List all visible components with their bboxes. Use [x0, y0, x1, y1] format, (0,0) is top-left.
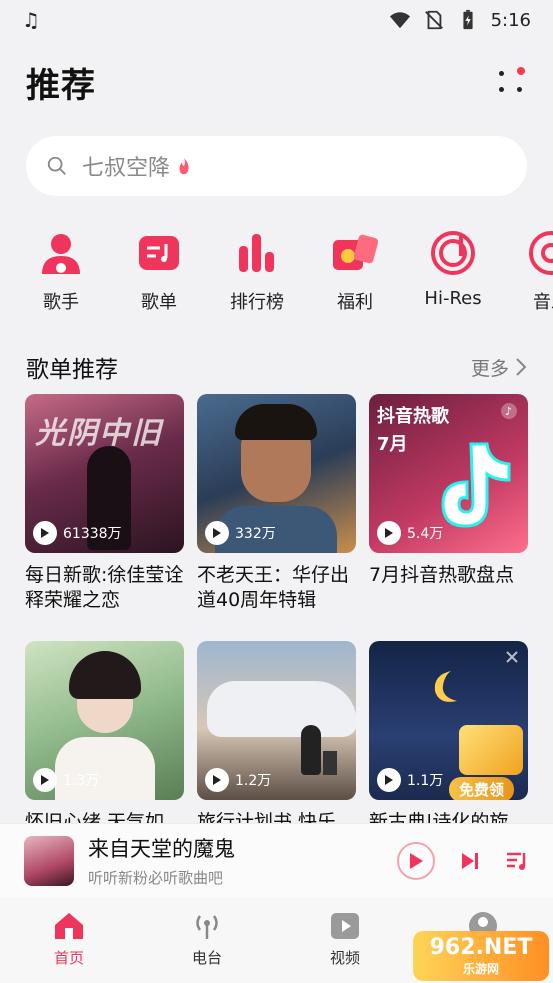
cover-figure [301, 725, 321, 775]
tab-radio[interactable]: 电台 [138, 897, 276, 983]
category-playlist[interactable]: 歌单 [119, 224, 199, 314]
play-icon [205, 768, 229, 792]
playlist-card[interactable]: 抖音热歌 7月 ♪ 5.4万 7月抖音热歌盘点 [369, 394, 528, 613]
mini-player[interactable]: 来自天堂的魔鬼 听听新粉必听歌曲吧 [0, 823, 553, 897]
tab-video[interactable]: 视频 [276, 897, 414, 983]
cover-hair [235, 404, 317, 440]
play-icon [377, 521, 401, 545]
play-count: 61338万 [33, 521, 122, 545]
cover-plane [207, 681, 356, 737]
music-badge-icon: ♪ [501, 403, 517, 419]
next-button[interactable] [459, 850, 481, 872]
wifi-icon [389, 12, 410, 29]
play-icon [33, 768, 57, 792]
playlist-queue-button[interactable] [505, 849, 529, 873]
section-title: 歌单推荐 [26, 357, 118, 383]
music-note-icon: ♫ [22, 8, 40, 32]
close-icon[interactable] [504, 649, 520, 665]
playlist-section-header: 歌单推荐 更多 [26, 350, 527, 384]
playlist-cover: 免费领 1.1万 [369, 641, 528, 800]
play-icon [205, 521, 229, 545]
category-chart[interactable]: 排行榜 [217, 224, 297, 314]
no-sim-icon [424, 10, 443, 30]
video-icon [331, 913, 359, 939]
play-count: 5.4万 [377, 521, 443, 545]
category-singer[interactable]: 歌手 [21, 224, 101, 314]
vip-badge [459, 725, 523, 775]
now-playing-subtitle: 听听新粉必听歌曲吧 [88, 869, 224, 887]
playlist-cover: 光阴中旧 61338万 [25, 394, 184, 553]
site-watermark: 962.NET 乐游网 [413, 931, 549, 981]
cover-suitcase [323, 751, 337, 775]
playlist-cover: 1.3万 [25, 641, 184, 800]
play-icon [33, 521, 57, 545]
cover-hair [69, 651, 141, 699]
free-claim-badge[interactable]: 免费领 [449, 777, 515, 800]
playlist-icon [139, 236, 179, 270]
playlist-cover: 332万 [197, 394, 356, 553]
playlist-cover: 1.2万 [197, 641, 356, 800]
radio-station-icon [196, 915, 218, 939]
play-count: 1.2万 [205, 768, 271, 792]
category-hires[interactable]: Hi-Res [413, 224, 493, 309]
mini-player-cover [24, 835, 74, 886]
more-link[interactable]: 更多 [471, 354, 527, 381]
status-bar: ♫ 5:16 [0, 0, 553, 40]
radio-icon [529, 231, 553, 275]
category-gift[interactable]: 福利 [315, 224, 395, 314]
play-count: 1.1万 [377, 768, 443, 792]
search-placeholder: 七叔空降 [82, 156, 171, 181]
play-button[interactable] [397, 841, 435, 880]
tab-home[interactable]: 首页 [0, 897, 138, 983]
chevron-right-icon [516, 358, 527, 376]
category-row: 歌手 歌单 排行榜 福利 Hi-Res 音乐 [0, 224, 553, 314]
playlist-title: 7月抖音热歌盘点 [369, 564, 515, 586]
chart-icon [239, 234, 274, 272]
more-menu-icon[interactable] [497, 67, 527, 97]
moon-icon [434, 671, 457, 702]
battery-charging-icon [462, 9, 473, 30]
playlist-title: 每日新歌:徐佳莹诠释荣耀之恋 [25, 564, 184, 611]
hires-icon [431, 231, 475, 275]
tiktok-logo-icon [441, 442, 511, 528]
play-icon [410, 852, 423, 869]
singer-icon [42, 234, 80, 274]
playlist-card[interactable]: 332万 不老天王：华仔出道40周年特辑 [197, 394, 356, 613]
page-title: 推荐 [26, 65, 96, 106]
play-count: 332万 [205, 521, 276, 545]
category-radio[interactable]: 音乐 [511, 224, 553, 314]
header: 推荐 [0, 52, 553, 112]
playlist-title: 不老天王：华仔出道40周年特辑 [197, 564, 350, 611]
search-input[interactable]: 七叔空降 [26, 136, 527, 196]
svg-text:♪: ♪ [505, 405, 512, 418]
playlist-card[interactable]: 光阴中旧 61338万 每日新歌:徐佳莹诠释荣耀之恋 [25, 394, 184, 613]
search-icon [47, 156, 66, 175]
play-count: 1.3万 [33, 768, 99, 792]
status-time: 5:16 [490, 9, 531, 31]
playlist-cover: 抖音热歌 7月 ♪ 5.4万 [369, 394, 528, 553]
play-icon [377, 768, 401, 792]
gift-icon [333, 234, 378, 270]
flame-icon [179, 157, 189, 175]
home-icon [55, 913, 83, 939]
now-playing-title: 来自天堂的魔鬼 [88, 837, 235, 861]
